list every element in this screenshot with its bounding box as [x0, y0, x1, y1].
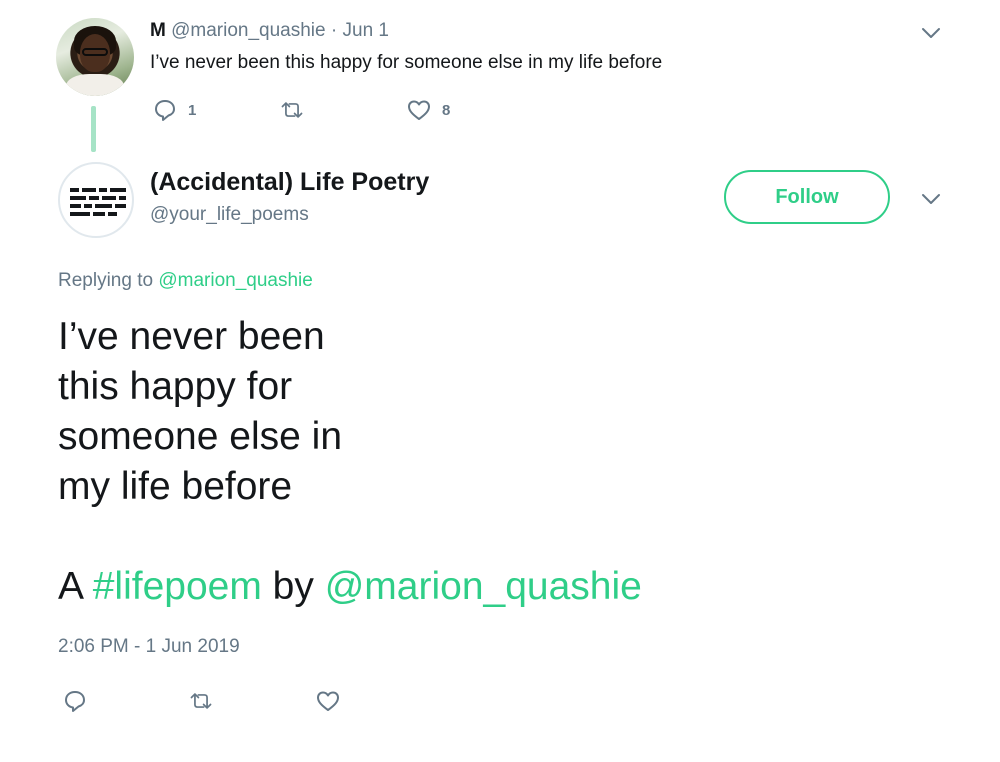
header-separator: · — [330, 20, 338, 41]
thread-connector-line — [91, 106, 96, 152]
hashtag-link[interactable]: #lifepoem — [93, 565, 262, 608]
parent-reply-button[interactable]: 1 — [152, 97, 196, 123]
parent-tweet-text: I’ve never been this happy for someone e… — [150, 52, 663, 73]
parent-tweet-menu-button[interactable] — [920, 22, 942, 44]
retweet-icon — [279, 97, 305, 123]
poem-line: someone else in — [58, 415, 343, 458]
poem-line: this happy for — [58, 365, 293, 408]
credit-prefix: A — [58, 565, 82, 608]
main-retweet-button[interactable] — [188, 688, 214, 714]
tweet-timestamp[interactable]: 2:06 PM - 1 Jun 2019 — [58, 634, 240, 660]
heart-icon — [406, 97, 432, 123]
reply-icon — [62, 688, 88, 714]
replying-prefix: Replying to — [58, 270, 154, 291]
main-author-handle[interactable]: @your_life_poems — [150, 202, 309, 228]
parent-retweet-button[interactable] — [279, 97, 305, 123]
retweet-icon — [188, 688, 214, 714]
parent-like-button[interactable]: 8 — [406, 97, 450, 123]
parent-author-handle[interactable]: @marion_quashie — [171, 20, 326, 41]
credit-middle: by — [272, 565, 314, 608]
reply-icon — [152, 97, 178, 123]
mention-link[interactable]: @marion_quashie — [325, 565, 642, 608]
like-count: 8 — [442, 101, 451, 119]
main-author-name[interactable]: (Accidental) Life Poetry — [150, 166, 429, 198]
parent-tweet-date[interactable]: Jun 1 — [343, 20, 389, 41]
main-avatar[interactable] — [58, 162, 134, 238]
replying-to-line: Replying to @marion_quashie — [58, 268, 313, 294]
parent-tweet-header: M @marion_quashie · Jun 1 — [150, 18, 389, 44]
parent-author-name[interactable]: M — [150, 20, 166, 41]
poem-line: my life before — [58, 465, 293, 508]
tweet-credit-line: A #lifepoem by @marion_quashie — [58, 562, 642, 612]
heart-icon — [315, 688, 341, 714]
main-like-button[interactable] — [315, 688, 341, 714]
parent-avatar[interactable] — [56, 18, 134, 96]
chevron-down-icon — [920, 22, 942, 44]
reply-count: 1 — [188, 101, 197, 119]
follow-button[interactable]: Follow — [724, 170, 890, 224]
replying-to-mention[interactable]: @marion_quashie — [158, 270, 313, 291]
chevron-down-icon — [920, 188, 942, 210]
tweet-poem-text: I’ve never been this happy for someone e… — [58, 312, 342, 512]
main-tweet-menu-button[interactable] — [920, 188, 942, 210]
main-reply-button[interactable] — [62, 688, 88, 714]
poem-line: I’ve never been — [58, 315, 325, 358]
life-poetry-logo — [70, 188, 126, 216]
